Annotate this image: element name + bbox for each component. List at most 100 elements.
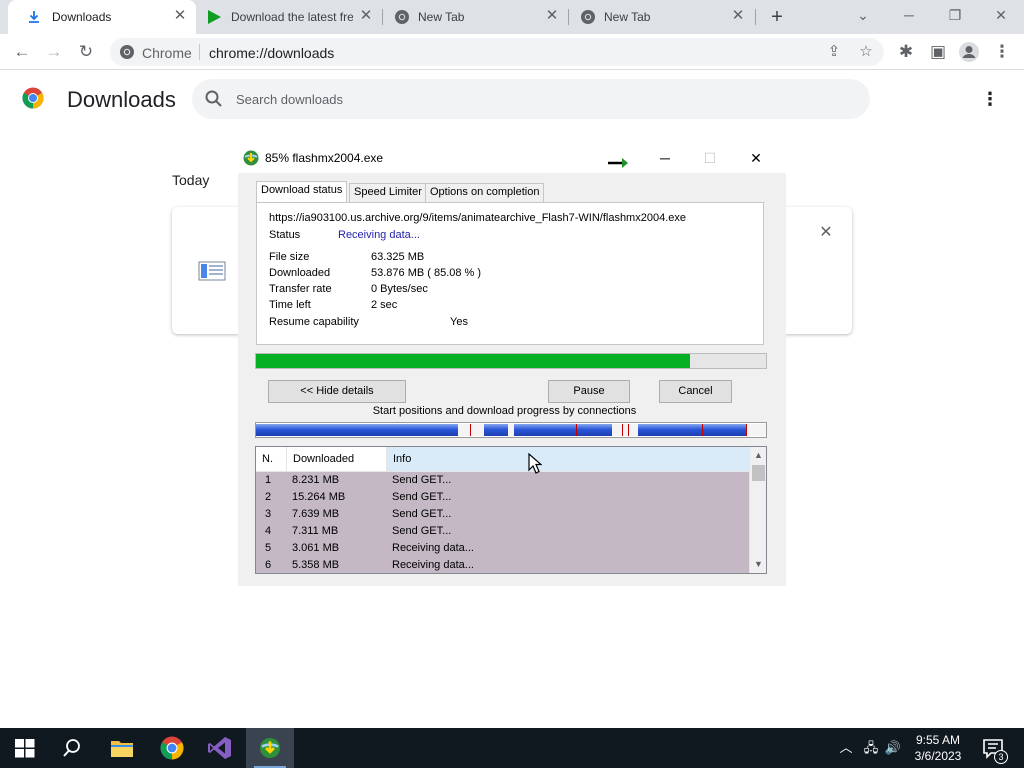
status-label: Status — [269, 229, 301, 241]
network-icon[interactable]: 🖧 — [862, 738, 880, 758]
file-size-value: 63.325 MB — [371, 251, 425, 263]
connections-progress-bar — [255, 422, 767, 438]
tab-download-latest[interactable]: Download the latest fre ✕ — [196, 0, 382, 34]
dialog-titlebar[interactable]: 85% flashmx2004.exe ─ ☐ ✕ — [238, 142, 786, 173]
restore-icon[interactable]: ❐ — [942, 4, 968, 26]
download-icon — [29, 11, 39, 23]
dialog-body: Download status Speed Limiter Options on… — [238, 173, 786, 586]
connection-segment — [484, 424, 508, 436]
idm-download-dialog: 85% flashmx2004.exe ─ ☐ ✕ Download statu… — [238, 142, 786, 586]
row-downloaded: 7.639 MB — [292, 508, 340, 520]
tab-downloads[interactable]: Downloads ✕ — [8, 0, 196, 34]
tab-download-status[interactable]: Download status — [256, 181, 348, 203]
tab-search-icon[interactable]: ⌄ — [850, 4, 876, 26]
row-downloaded: 3.061 MB — [292, 542, 340, 554]
new-tab-button[interactable]: + — [766, 6, 788, 28]
volume-icon[interactable]: 🔊 — [884, 738, 902, 758]
row-info: Send GET... — [392, 508, 452, 520]
close-tab-icon[interactable]: ✕ — [358, 8, 374, 24]
file-type-icon — [198, 261, 226, 281]
forward-icon[interactable]: → — [43, 41, 65, 63]
connection-row[interactable]: 1 8.231 MB Send GET... — [256, 472, 749, 489]
close-tab-icon[interactable]: ✕ — [544, 8, 560, 24]
row-downloaded: 8.231 MB — [292, 474, 340, 486]
folder-icon — [111, 741, 133, 757]
taskbar-idm[interactable] — [246, 728, 294, 768]
taskbar-chrome[interactable] — [148, 728, 196, 768]
taskbar-search-button[interactable] — [48, 728, 96, 768]
minimize-icon[interactable]: ─ — [654, 147, 676, 169]
extensions-icon[interactable]: ✱ — [895, 41, 917, 63]
close-dialog-icon[interactable]: ✕ — [745, 147, 767, 169]
row-number: 4 — [265, 525, 272, 537]
connection-row[interactable]: 2 15.264 MB Send GET... — [256, 489, 749, 506]
tab-new-tab-2[interactable]: New Tab ✕ — [570, 0, 754, 34]
visual-studio-icon — [208, 737, 231, 759]
chrome-menu-icon[interactable]: ⋮ — [991, 41, 1013, 63]
progress-fill — [256, 354, 690, 368]
connections-rows: 1 8.231 MB Send GET... 2 15.264 MB Send … — [256, 472, 749, 573]
omnibox-separator — [199, 44, 200, 60]
file-size-label: File size — [269, 251, 310, 263]
connection-row[interactable]: 5 3.061 MB Receiving data... — [256, 540, 749, 557]
remove-download-icon[interactable]: ✕ — [816, 223, 836, 243]
clock[interactable]: 9:55 AM 3/6/2023 — [904, 732, 972, 764]
clock-date: 3/6/2023 — [914, 749, 962, 763]
maximize-icon[interactable]: ☐ — [699, 147, 721, 169]
transfer-rate-label: Transfer rate — [269, 283, 332, 295]
close-tab-icon[interactable]: ✕ — [172, 8, 188, 24]
back-icon[interactable]: ← — [11, 41, 33, 63]
vertical-scrollbar[interactable]: ▲ ▼ — [749, 447, 766, 573]
close-tab-icon[interactable]: ✕ — [730, 8, 746, 24]
profile-avatar-icon[interactable] — [958, 41, 980, 63]
tab-options-on-completion[interactable]: Options on completion — [425, 183, 545, 202]
more-actions-icon[interactable]: ⋮ — [980, 87, 1000, 111]
taskbar-visual-studio[interactable] — [196, 728, 244, 768]
connection-row[interactable]: 4 7.311 MB Send GET... — [256, 523, 749, 540]
scroll-up-arrow-icon[interactable]: ▲ — [750, 447, 766, 464]
column-header-info[interactable]: Info — [387, 447, 749, 471]
site-chip: Chrome — [142, 45, 192, 61]
cancel-button[interactable]: Cancel — [659, 380, 732, 403]
taskbar-file-explorer[interactable] — [98, 728, 146, 768]
bookmark-star-icon[interactable]: ☆ — [856, 42, 876, 62]
scroll-thumb[interactable] — [752, 465, 765, 481]
connections-list-header: N. Downloaded Info — [256, 447, 749, 472]
column-header-downloaded[interactable]: Downloaded — [287, 447, 387, 471]
clock-time: 9:55 AM — [915, 733, 961, 747]
connection-start-marker — [622, 424, 623, 436]
tab-strip: Downloads ✕ Download the latest fre ✕ Ne… — [0, 0, 1024, 34]
connection-gap — [458, 424, 484, 436]
close-window-icon[interactable]: ✕ — [988, 4, 1014, 26]
chrome-logo-icon — [22, 87, 44, 109]
reload-icon[interactable]: ↻ — [75, 41, 97, 63]
column-header-n[interactable]: N. — [256, 447, 287, 471]
address-bar[interactable]: Chrome chrome://downloads ⇪ ☆ — [110, 38, 884, 66]
tab-new-tab-1[interactable]: New Tab ✕ — [384, 0, 568, 34]
side-panel-icon[interactable]: ▣ — [927, 41, 949, 63]
search-icon — [63, 739, 80, 757]
connection-row[interactable]: 3 7.639 MB Send GET... — [256, 506, 749, 523]
downloaded-label: Downloaded — [269, 267, 331, 279]
connection-segment — [514, 424, 612, 436]
start-button[interactable] — [0, 728, 48, 768]
chrome-icon — [120, 45, 134, 59]
page-title: Downloads — [67, 87, 176, 112]
connection-row[interactable]: 6 5.358 MB Receiving data... — [256, 557, 749, 573]
row-info: Receiving data... — [392, 559, 474, 571]
pause-button[interactable]: Pause — [548, 380, 630, 403]
scroll-down-arrow-icon[interactable]: ▼ — [750, 556, 766, 573]
downloads-header: Downloads ⋮ — [0, 71, 1024, 127]
connection-start-marker — [628, 424, 629, 436]
share-icon[interactable]: ⇪ — [824, 42, 844, 62]
search-box[interactable] — [192, 79, 870, 119]
tab-speed-limiter[interactable]: Speed Limiter — [349, 183, 427, 202]
search-input[interactable] — [236, 90, 836, 108]
minimize-icon[interactable]: ─ — [896, 4, 922, 26]
connection-gap — [612, 424, 638, 436]
tab-separator — [755, 9, 756, 25]
connections-list[interactable]: N. Downloaded Info 1 8.231 MB Send GET..… — [255, 446, 767, 574]
show-hidden-icons-chevron-icon[interactable]: ︿ — [837, 738, 855, 758]
mouse-cursor-icon — [528, 453, 542, 474]
hide-details-button[interactable]: << Hide details — [268, 380, 406, 403]
